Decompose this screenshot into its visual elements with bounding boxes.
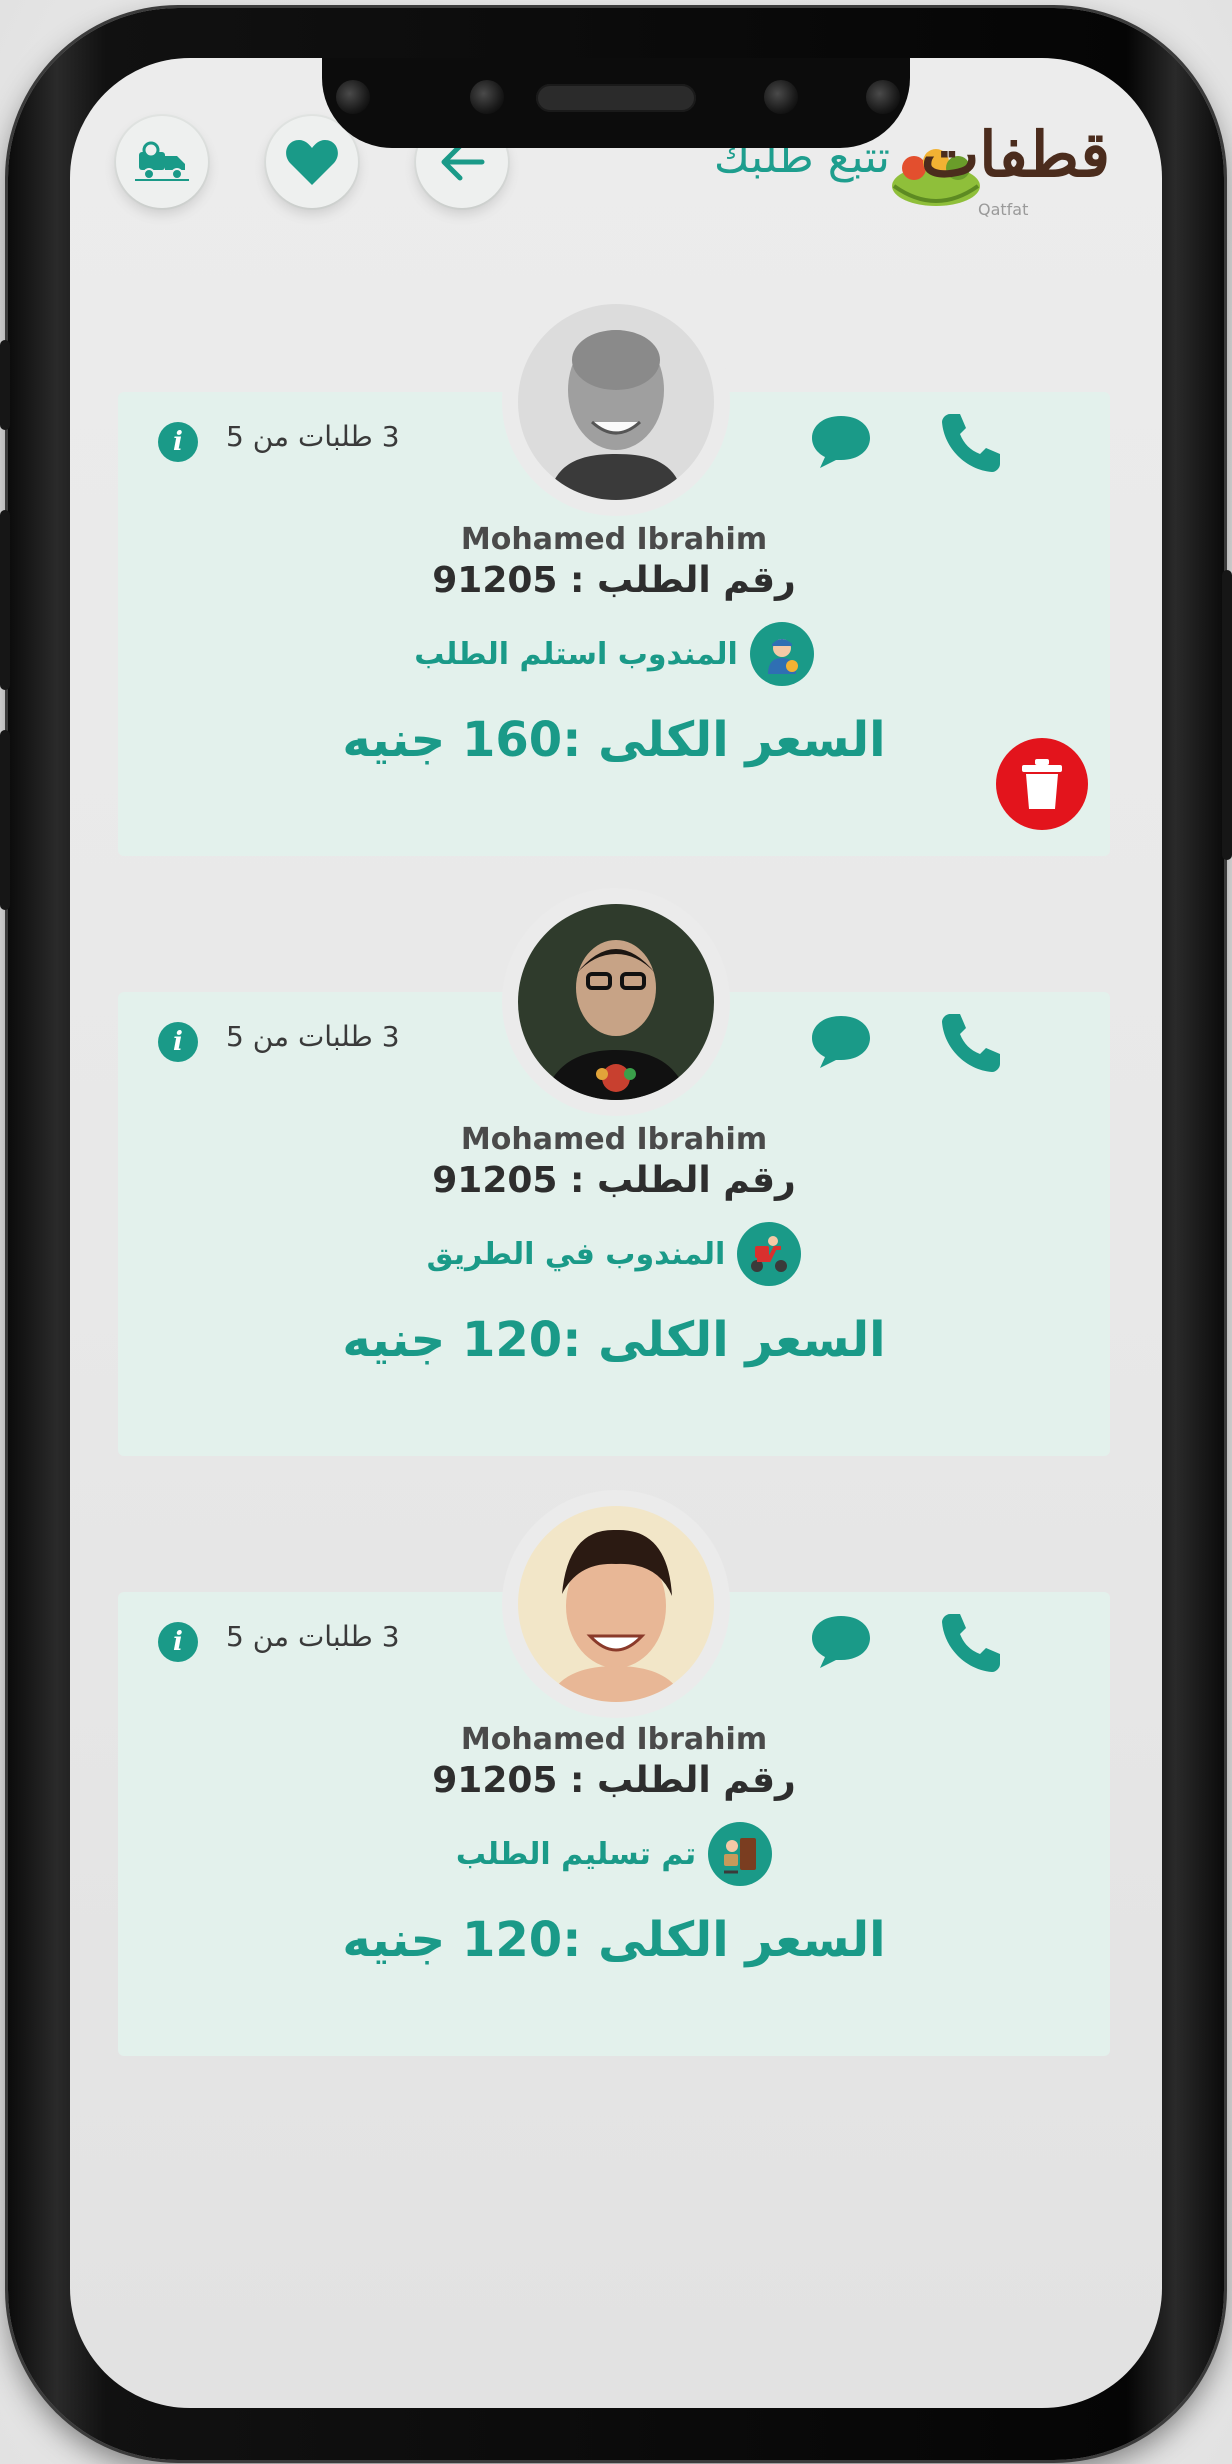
avatar [518,904,714,1100]
courier-name: Mohamed Ibrahim [460,522,768,557]
sensor-icon [866,80,900,114]
notch [322,58,910,148]
order-total: السعر الكلى :120 جنيه [342,1912,886,1968]
app-screen: تتبع طلبك قطفات Qatfat i 3 طلبات من 5 Mo… [70,58,1162,2408]
delete-button[interactable] [996,738,1088,830]
avatar [518,1506,714,1702]
orders-count: 3 طلبات من 5 [226,1619,400,1653]
info-icon[interactable]: i [158,422,198,462]
sensor-icon [336,80,370,114]
phone-icon[interactable] [936,1608,1004,1676]
heart-icon [286,140,338,185]
sensor-icon [470,80,504,114]
delivery-truck-icon [135,141,189,181]
mute-switch [0,340,10,430]
chat-icon[interactable] [808,412,874,472]
order-number: رقم الطلب : 91205 [432,560,796,601]
avatar-frame [502,1490,730,1718]
chat-icon[interactable] [808,1012,874,1072]
orders-count: 3 طلبات من 5 [226,419,400,453]
package-delivered-icon [708,1822,773,1886]
volume-down-button [0,730,10,910]
phone-icon[interactable] [936,408,1004,476]
power-button [1222,570,1232,860]
avatar-frame [502,888,730,1116]
app-logo: قطفات Qatfat [888,118,1118,219]
info-icon[interactable]: i [158,1622,198,1662]
order-number: رقم الطلب : 91205 [432,1160,796,1201]
logo-text: قطفات [920,118,1110,191]
status-text: المندوب استلم الطلب [414,636,738,672]
delivery-truck-button[interactable] [116,116,208,208]
logo-subtitle: Qatfat [978,200,1029,219]
status-text: تم تسليم الطلب [455,1836,697,1872]
status-text: المندوب في الطريق [426,1236,726,1272]
order-status: تم تسليم الطلب [118,1822,1110,1886]
order-total: السعر الكلى :120 جنيه [342,1312,886,1368]
avatar [518,304,714,500]
trash-icon [1022,759,1062,809]
avatar-frame [502,288,730,516]
courier-name: Mohamed Ibrahim [460,1722,768,1757]
front-camera-icon [764,80,798,114]
speaker-grille [536,84,696,112]
orders-count: 3 طلبات من 5 [226,1019,400,1053]
courier-name: Mohamed Ibrahim [460,1122,768,1157]
info-icon[interactable]: i [158,1022,198,1062]
order-status: المندوب في الطريق [118,1222,1110,1286]
scooter-icon [737,1222,802,1286]
volume-up-button [0,510,10,690]
chat-icon[interactable] [808,1612,874,1672]
courier-icon [749,622,814,686]
order-total: السعر الكلى :160 جنيه [342,712,886,768]
order-status: المندوب استلم الطلب [118,622,1110,686]
phone-icon[interactable] [936,1008,1004,1076]
order-number: رقم الطلب : 91205 [432,1760,796,1801]
